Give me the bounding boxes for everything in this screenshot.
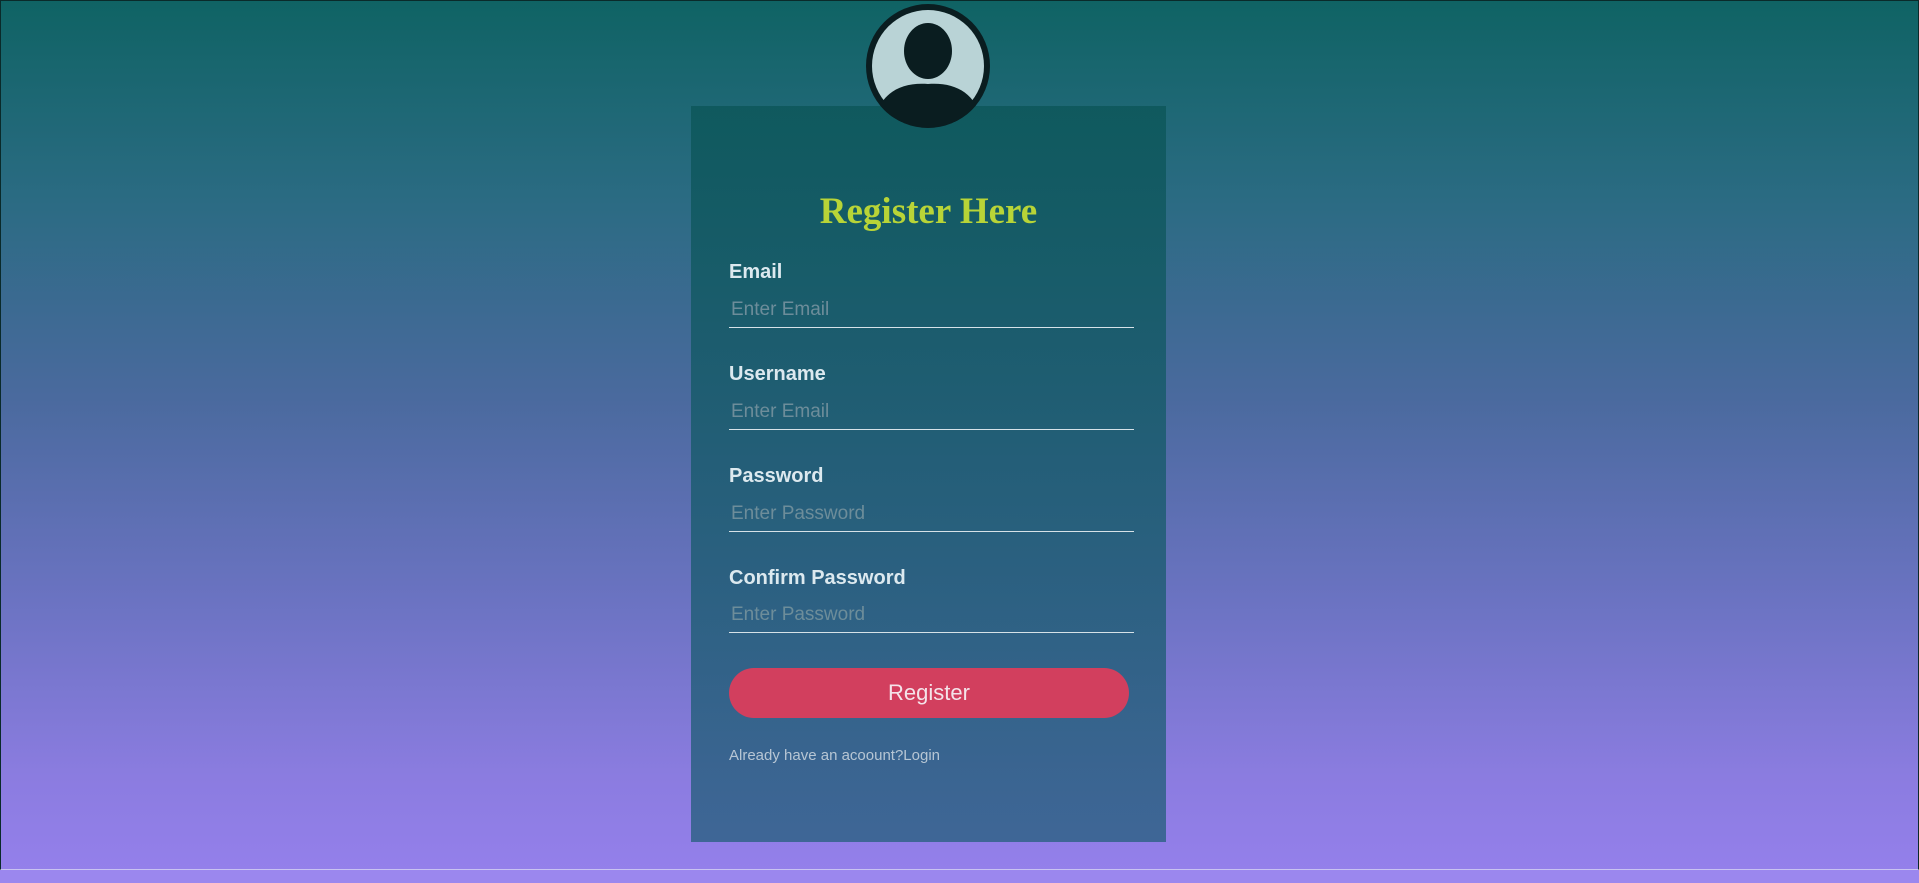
login-prompt-row: Already have an acoount?Login bbox=[729, 747, 940, 764]
login-link[interactable]: Login bbox=[903, 747, 940, 764]
email-input[interactable] bbox=[729, 292, 1134, 328]
password-input[interactable] bbox=[729, 496, 1134, 532]
login-prompt-text: Already have an acoount? bbox=[729, 747, 904, 764]
confirm-password-input[interactable] bbox=[729, 597, 1134, 633]
user-silhouette-icon bbox=[872, 10, 984, 122]
page-bottom-strip bbox=[0, 870, 1919, 883]
user-avatar-icon bbox=[866, 4, 990, 128]
username-input[interactable] bbox=[729, 394, 1134, 430]
form-title: Register Here bbox=[819, 191, 1038, 232]
password-label: Password bbox=[729, 465, 824, 487]
username-label: Username bbox=[729, 363, 826, 385]
email-label: Email bbox=[729, 261, 783, 283]
confirm-password-label: Confirm Password bbox=[729, 567, 906, 589]
register-button[interactable]: Register bbox=[729, 668, 1129, 718]
